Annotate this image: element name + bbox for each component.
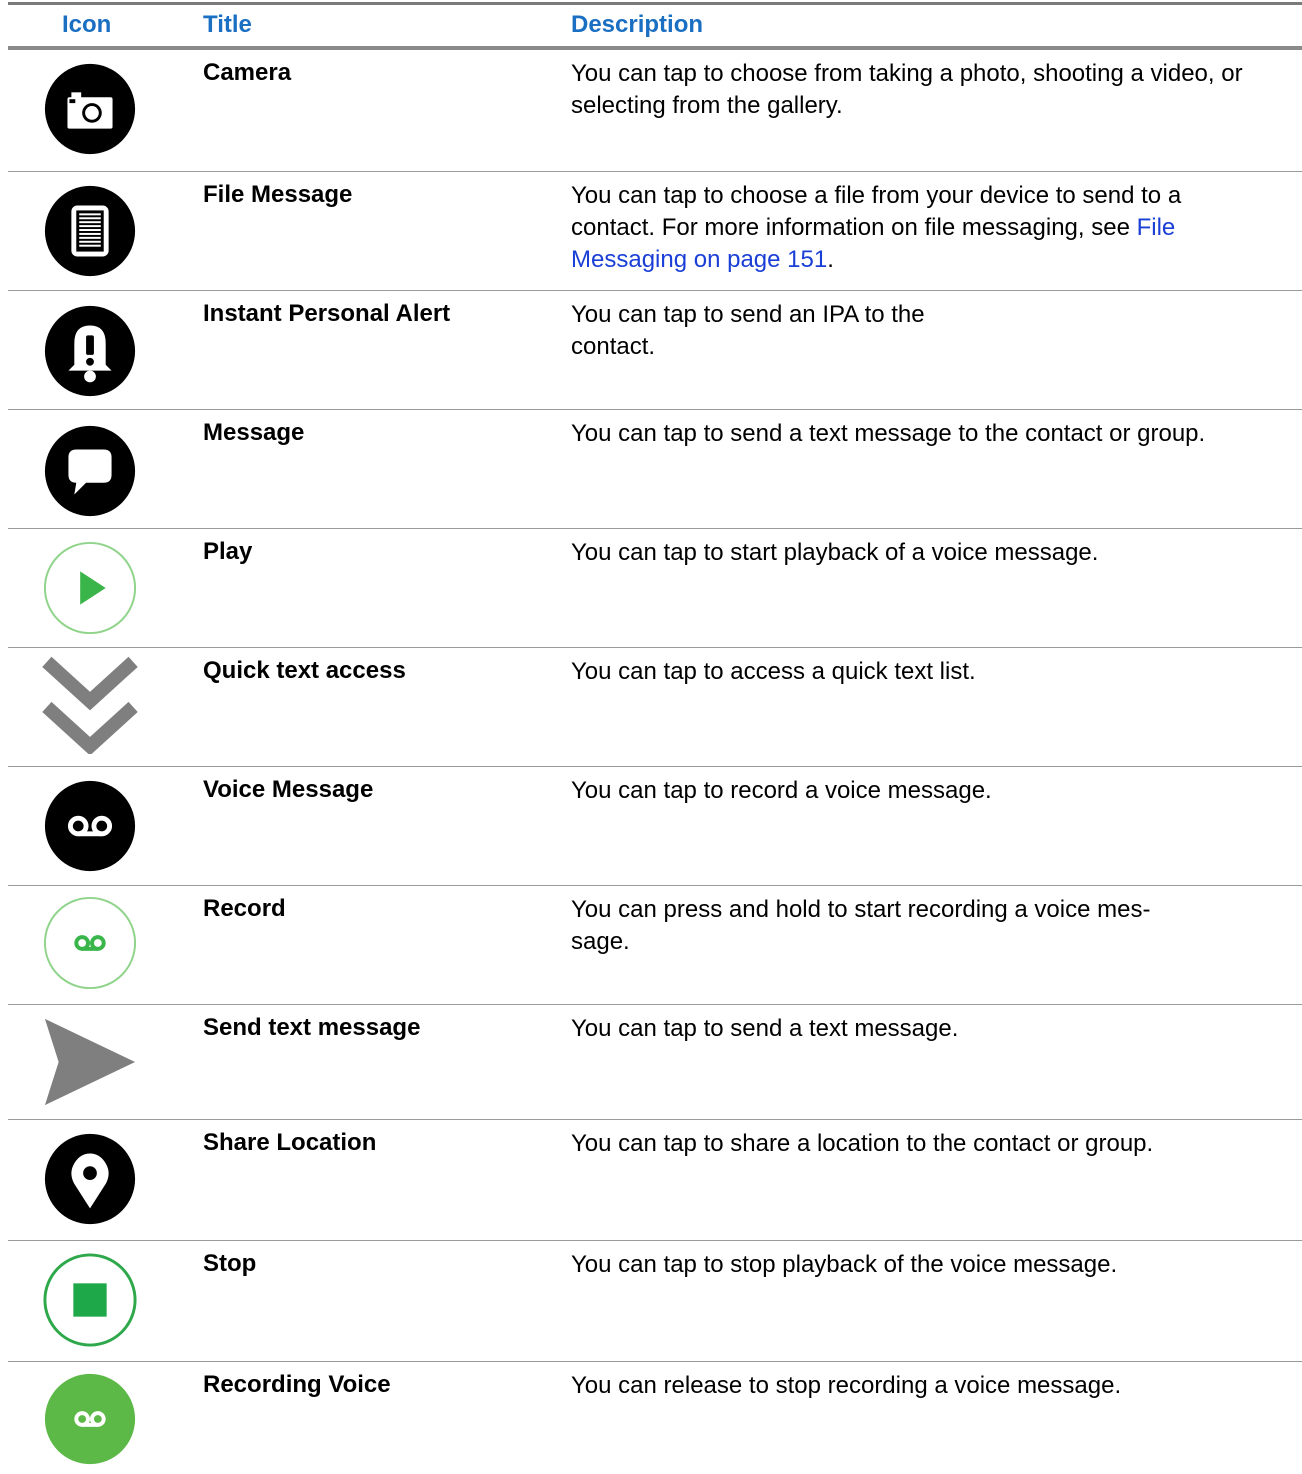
row-title: Quick text access — [203, 657, 406, 684]
table-row: Voice Message You can tap to record a vo… — [8, 767, 1302, 886]
stop-icon — [41, 1251, 139, 1349]
table-row: Share Location You can tap to share a lo… — [8, 1120, 1302, 1241]
recording-voice-icon — [41, 1370, 139, 1468]
file-message-icon — [41, 182, 139, 280]
play-icon — [41, 539, 139, 637]
row-title: Instant Personal Alert — [203, 300, 451, 327]
row-description: You can tap to choose from taking a phot… — [571, 60, 1243, 119]
row-description-line: You can press and hold to start recordin… — [571, 896, 1151, 923]
row-title: Send text message — [203, 1014, 421, 1041]
send-arrow-icon — [41, 1011, 139, 1109]
row-description: You can tap to send an IPA to the contact… — [571, 299, 1271, 363]
table-row: Camera You can tap to choose from taking… — [8, 50, 1302, 172]
row-description: You can press and hold to start recordin… — [571, 894, 1271, 958]
row-title: Recording Voice — [203, 1371, 391, 1398]
row-description: You can tap to stop playback of the voic… — [571, 1251, 1118, 1278]
row-title: Record — [203, 895, 286, 922]
row-description: You can tap to choose a file from your d… — [571, 180, 1271, 276]
quick-text-chevron-icon — [41, 656, 139, 754]
row-title: Voice Message — [203, 776, 374, 803]
location-pin-icon — [41, 1130, 139, 1228]
voicemail-icon — [41, 777, 139, 875]
table-row: Send text message You can tap to send a … — [8, 1005, 1302, 1120]
row-title: Camera — [203, 59, 292, 86]
row-description: You can tap to access a quick text list. — [571, 658, 976, 685]
table-row: File Message You can tap to choose a fil… — [8, 172, 1302, 291]
table-row: Stop You can tap to stop playback of the… — [8, 1241, 1302, 1362]
row-description: You can release to stop recording a voic… — [571, 1372, 1122, 1399]
table-row: Recording Voice You can release to stop … — [8, 1362, 1302, 1474]
header-title: Title — [203, 11, 252, 38]
table-row: Record You can press and hold to start r… — [8, 886, 1302, 1005]
header-icon: Icon — [62, 11, 112, 38]
message-bubble-icon — [41, 422, 139, 520]
row-description: You can tap to share a location to the c… — [571, 1130, 1154, 1157]
row-description-end: . — [827, 246, 834, 273]
table-header: Icon Title Description — [8, 5, 1302, 47]
row-title: File Message — [203, 181, 353, 208]
alert-bell-icon — [41, 302, 139, 400]
row-title: Message — [203, 419, 305, 446]
table-row: Message You can tap to send a text messa… — [8, 410, 1302, 529]
camera-icon — [41, 60, 139, 158]
table-row: Quick text access You can tap to access … — [8, 648, 1302, 767]
row-description-line: You can tap to send an IPA to the — [571, 301, 925, 328]
row-description: You can tap to send a text message. — [571, 1015, 959, 1042]
header-description: Description — [571, 11, 704, 38]
row-description: You can tap to start playback of a voice… — [571, 539, 1099, 566]
row-description: You can tap to record a voice message. — [571, 777, 992, 804]
table-row: Play You can tap to start playback of a … — [8, 529, 1302, 648]
row-description-text: You can tap to choose a file from your d… — [571, 182, 1182, 241]
row-title: Share Location — [203, 1129, 377, 1156]
row-description: You can tap to send a text message to th… — [571, 420, 1206, 447]
row-description-line: contact. — [571, 333, 656, 360]
row-title: Play — [203, 538, 253, 565]
row-title: Stop — [203, 1250, 257, 1277]
table-row: Instant Personal Alert You can tap to se… — [8, 291, 1302, 410]
row-description-line: sage. — [571, 928, 630, 955]
record-icon — [41, 894, 139, 992]
